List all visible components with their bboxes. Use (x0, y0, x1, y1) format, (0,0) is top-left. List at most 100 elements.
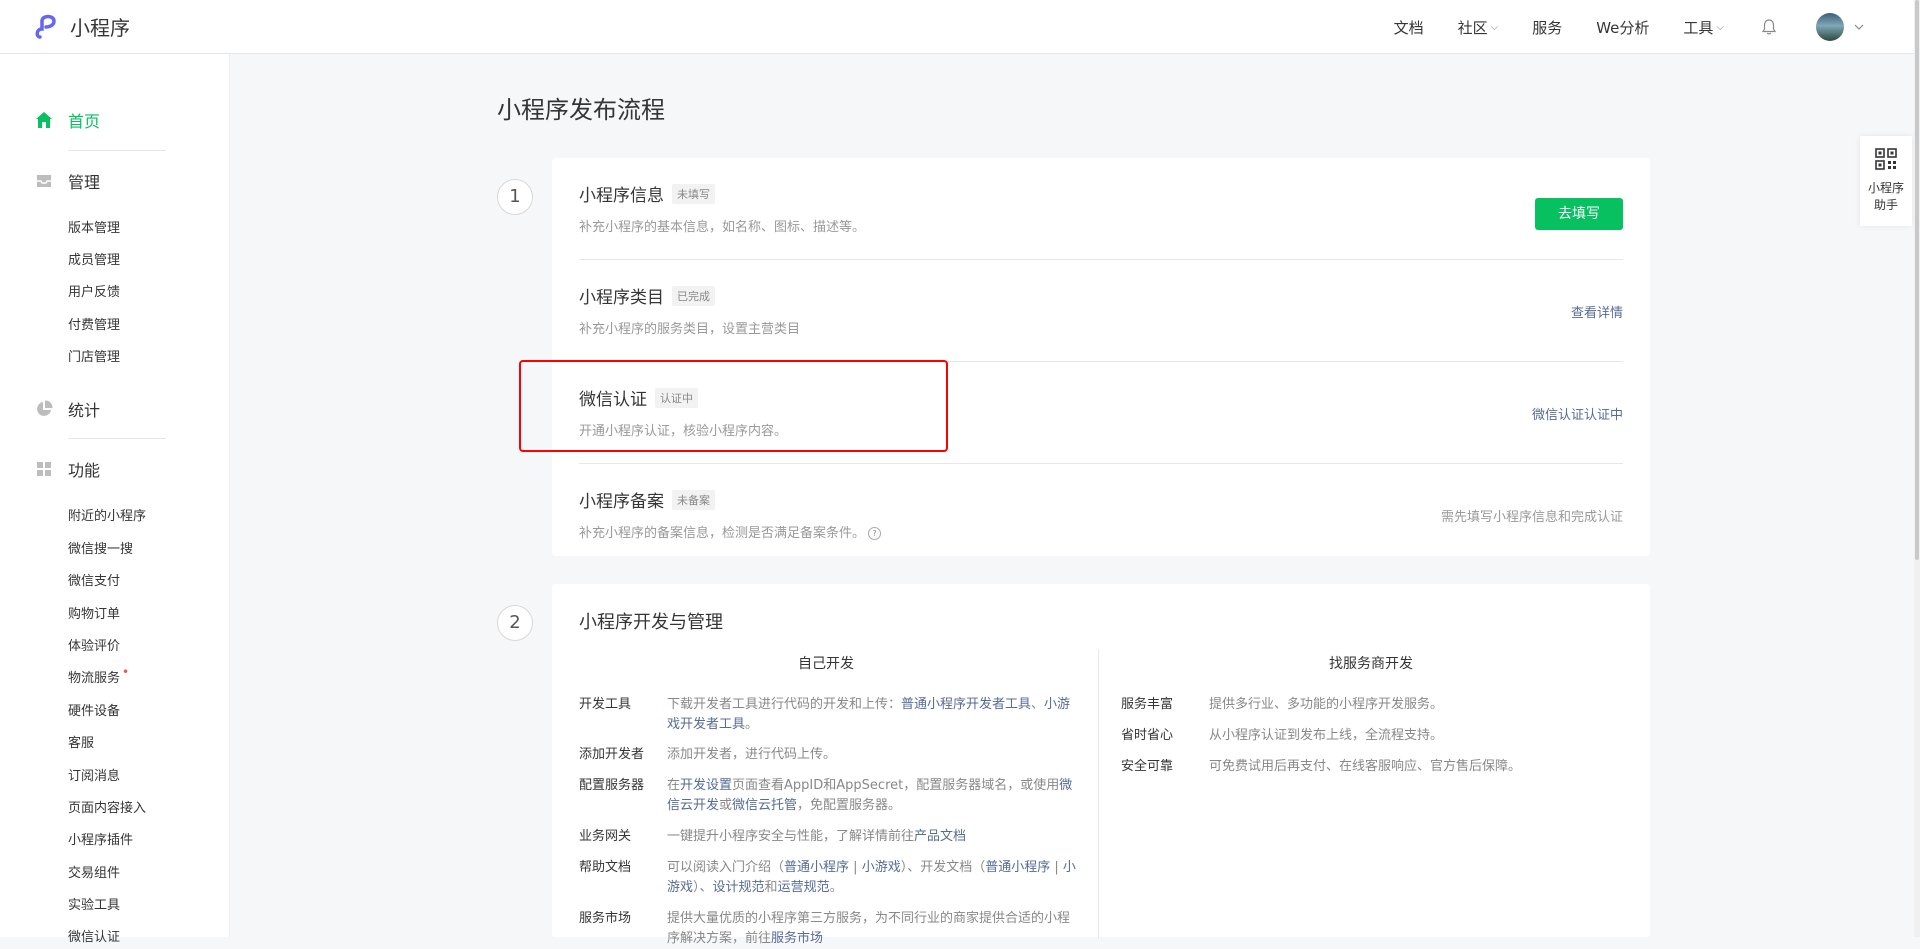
product-docs-link[interactable]: 产品文档 (914, 829, 966, 844)
sidebar-item-features[interactable]: 功能 (34, 457, 100, 481)
sidebar-item-stats-label: 统计 (68, 401, 101, 420)
sidebar-item-payment-manage[interactable]: 付费管理 (68, 314, 120, 333)
status-badge: 未备案 (672, 489, 715, 510)
text-part: 页面查看AppID和AppSecret，配置服务器域名，或使用 (732, 778, 1060, 793)
sidebar-item-home[interactable]: 首页 (34, 108, 100, 132)
chevron-down-icon (1854, 24, 1864, 30)
nav-docs[interactable]: 文档 (1394, 17, 1424, 38)
fill-in-button[interactable]: 去填写 (1535, 198, 1623, 230)
nav-we-analytics-label: We分析 (1596, 18, 1650, 37)
dev-settings-link[interactable]: 开发设置 (680, 778, 732, 793)
nav-docs-label: 文档 (1393, 18, 1424, 37)
text-part: 在 (667, 778, 681, 793)
step-number-1: 1 (497, 179, 533, 215)
text-part: 和 (764, 880, 778, 895)
gateway-row: 业务网关 一键提升小程序安全与性能，了解详情前往产品文档 (579, 827, 1079, 847)
sidebar-item-hardware[interactable]: 硬件设备 (68, 700, 120, 719)
self-dev-heading: 自己开发 (798, 656, 854, 672)
sidebar-item-version-manage[interactable]: 版本管理 (68, 217, 120, 236)
sidebar-item-page-content[interactable]: 页面内容接入 (68, 797, 146, 816)
row-label: 开发工具 (579, 697, 632, 712)
sidebar-item-member-manage[interactable]: 成员管理 (68, 249, 120, 268)
sidebar-item-logistics[interactable]: 物流服务 • (68, 665, 130, 686)
row-text: 提供多行业、多功能的小程序开发服务。 (1209, 697, 1444, 712)
new-dot-badge: • (122, 665, 130, 679)
row-title-text: 小程序类目 (579, 288, 664, 308)
highlight-annotation-box (519, 360, 948, 452)
row-text: 在开发设置页面查看AppID和AppSecret，配置服务器域名，或使用微信云开… (667, 776, 1079, 816)
text-part: 可以阅读入门介绍（ (667, 860, 785, 875)
sidebar-item-manage-label: 管理 (68, 173, 101, 192)
sidebar-divider (68, 438, 166, 439)
sidebar-item-nearby[interactable]: 附近的小程序 (68, 505, 146, 524)
view-details-link[interactable]: 查看详情 (1571, 302, 1623, 321)
design-guide-link[interactable]: 设计规范 (713, 880, 765, 895)
filing-hint: 需先填写小程序信息和完成认证 (1440, 510, 1623, 525)
question-icon[interactable]: ? (868, 527, 882, 540)
sidebar-item-subscribe-msg[interactable]: 订阅消息 (68, 765, 120, 784)
step-row-category: 小程序类目 已完成 补充小程序的服务类目，设置主营类目 查看详情 (579, 260, 1623, 362)
cloud-hosting-link[interactable]: 微信云托管 (732, 798, 797, 813)
intro-miniprogram-link[interactable]: 普通小程序 (784, 860, 849, 875)
row-label: 业务网关 (579, 829, 632, 844)
miniprogram-helper-widget[interactable]: 小程序 助手 (1860, 136, 1912, 226)
sidebar-item-customer-service[interactable]: 客服 (68, 732, 94, 751)
config-server-row: 配置服务器 在开发设置页面查看AppID和AppSecret，配置服务器域名，或… (579, 776, 1079, 816)
vendor-row-save-time: 省时省心 从小程序认证到发布上线，全流程支持。 (1121, 726, 1621, 746)
wechat-verify-status-link[interactable]: 微信认证认证中 (1532, 404, 1623, 423)
bell-icon[interactable] (1760, 18, 1778, 36)
sidebar-item-wechat-verify[interactable]: 微信认证 (68, 926, 120, 945)
avatar (1816, 13, 1844, 41)
sidebar-item-experiment[interactable]: 实验工具 (68, 894, 120, 913)
sidebar-item-stats[interactable]: 统计 (34, 397, 100, 421)
section-title: 小程序开发与管理 (579, 612, 723, 633)
row-title-text: 小程序备案 (579, 492, 664, 512)
text-part: 、 (1031, 697, 1045, 712)
top-bar: 小程序 文档 社区 ⌵ 服务 We分析 工具 ⌵ (0, 0, 1920, 54)
add-developer-row: 添加开发者 添加开发者，进行代码上传。 (579, 745, 1079, 765)
row-text: 下载开发者工具进行代码的开发和上传：普通小程序开发者工具、小游戏开发者工具。 (667, 695, 1079, 735)
chevron-down-icon: ⌵ (1490, 21, 1499, 33)
sidebar-item-features-label: 功能 (68, 461, 101, 480)
row-text: 可免费试用后再支付、在线客服响应、官方售后保障。 (1209, 759, 1522, 774)
scrollbar-thumb[interactable] (1915, 0, 1919, 560)
helper-label-line2: 助手 (1873, 198, 1898, 212)
nav-community[interactable]: 社区 ⌵ (1458, 17, 1499, 38)
nav-we-analytics[interactable]: We分析 (1596, 17, 1649, 38)
vendor-dev-heading: 找服务商开发 (1329, 656, 1413, 672)
sidebar-item-logistics-label: 物流服务 (68, 671, 121, 686)
sidebar-item-store-manage[interactable]: 门店管理 (68, 346, 120, 365)
page-scrollbar[interactable] (1914, 0, 1920, 937)
row-description: 补充小程序的备案信息，检测是否满足备案条件。? (579, 522, 882, 541)
row-title: 小程序备案 未备案 (579, 487, 715, 512)
text-part: ）、 (693, 880, 713, 895)
row-label: 服务市场 (579, 911, 632, 926)
devdoc-miniprogram-link[interactable]: 普通小程序 (985, 860, 1050, 875)
sidebar-item-wechat-pay[interactable]: 微信支付 (68, 570, 120, 589)
pie-chart-icon (37, 400, 53, 416)
row-title-text: 小程序信息 (579, 186, 664, 206)
sidebar-item-orders[interactable]: 购物订单 (68, 603, 120, 622)
nav-services[interactable]: 服务 (1532, 17, 1562, 38)
row-description: 补充小程序的服务类目，设置主营类目 (579, 322, 801, 337)
chevron-down-icon: ⌵ (1716, 21, 1724, 33)
intro-minigame-link[interactable]: 小游戏 (862, 860, 901, 875)
status-badge: 未填写 (672, 183, 715, 204)
sidebar-item-wechat-search[interactable]: 微信搜一搜 (68, 538, 133, 557)
sidebar-item-reviews[interactable]: 体验评价 (68, 635, 120, 654)
logo[interactable]: 小程序 (34, 12, 130, 41)
service-market-link[interactable]: 服务市场 (771, 931, 823, 946)
account-menu[interactable] (1816, 13, 1864, 41)
row-label: 添加开发者 (579, 747, 645, 762)
text-part: 下载开发者工具进行代码的开发和上传： (667, 697, 902, 712)
sidebar-item-manage[interactable]: 管理 (34, 169, 100, 193)
vendor-row-safe: 安全可靠 可免费试用后再支付、在线客服响应、官方售后保障。 (1121, 757, 1621, 777)
ops-guide-link[interactable]: 运营规范 (778, 880, 830, 895)
sidebar-item-user-feedback[interactable]: 用户反馈 (68, 281, 120, 300)
normal-devtools-link[interactable]: 普通小程序开发者工具 (901, 697, 1031, 712)
nav-tools[interactable]: 工具 ⌵ (1683, 17, 1724, 38)
sidebar-item-plugins[interactable]: 小程序插件 (68, 829, 133, 848)
grid-icon (37, 462, 51, 476)
sidebar-item-trade-components[interactable]: 交易组件 (68, 862, 120, 881)
nav-community-label: 社区 (1457, 18, 1488, 37)
